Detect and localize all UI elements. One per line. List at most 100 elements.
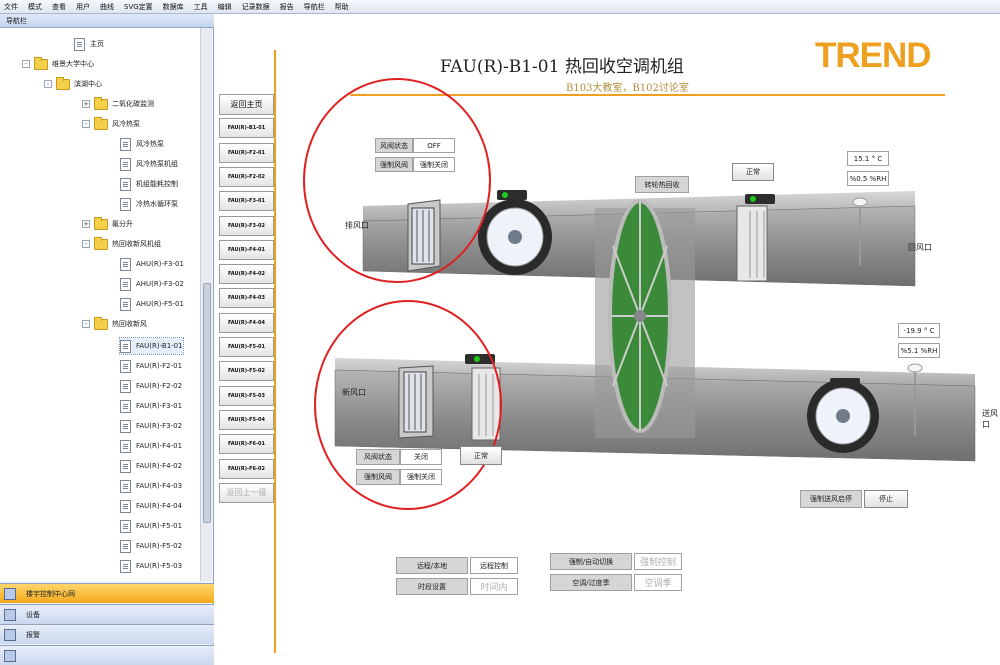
nav-tab[interactable]: 报警 [0, 624, 214, 644]
tree-item[interactable]: FAU(R)-F5-03 [120, 558, 182, 574]
tree-item-label: 冷热水循环泵 [136, 200, 178, 208]
tree-item[interactable]: - 热回收新风机组 [82, 236, 161, 252]
tree-item-label: 氟分升 [112, 220, 133, 228]
menu-item[interactable]: 用户 [76, 2, 90, 12]
menu-item[interactable]: 记录数据 [242, 2, 270, 12]
tree-item[interactable]: - 维景大学中心 [22, 56, 94, 72]
expand-icon[interactable]: + [82, 100, 90, 108]
menu-item[interactable]: 查看 [52, 2, 66, 12]
return-inlet-label: 回风口 [908, 243, 932, 252]
menu-item[interactable]: 模式 [28, 2, 42, 12]
exhaust-damper-force-button[interactable]: 强制关闭 [413, 157, 455, 172]
menu-item[interactable]: 帮助 [335, 2, 349, 12]
tree-item[interactable]: FAU(R)-F3-01 [120, 398, 182, 414]
heat-recovery-wheel[interactable] [595, 199, 695, 438]
collapse-icon[interactable]: - [82, 120, 90, 128]
tree-item[interactable]: FAU(R)-F4-01 [120, 438, 182, 454]
supply-temp-value: -19.9 ° C [898, 323, 940, 338]
tree-item-label: FAU(R)-F3-01 [136, 402, 183, 410]
menu-item[interactable]: 数据库 [163, 2, 184, 12]
season-value[interactable]: 空调季 [634, 574, 682, 591]
tree-item[interactable]: 主页 [74, 36, 104, 52]
folder-icon [94, 316, 108, 330]
tree-item[interactable]: - 热回收新风 [82, 316, 147, 332]
nav-scrollbar[interactable] [200, 28, 212, 581]
tree-item[interactable]: FAU(R)-F2-02 [120, 378, 182, 394]
tree-item[interactable]: FAU(R)-B1-01 [119, 337, 184, 355]
force-supply-fan-button[interactable]: 停止 [864, 490, 908, 508]
tree-item[interactable]: AHU(R)-F3-02 [120, 276, 184, 292]
nav-tab-icon [4, 587, 16, 600]
fresh-damper-force-label: 强制风阀 [356, 469, 400, 485]
page-icon [120, 339, 131, 353]
exhaust-damper-status-value: OFF [413, 138, 455, 153]
nav-tab[interactable]: 楼宇控制中心网 [0, 583, 214, 603]
collapse-icon[interactable]: - [82, 240, 90, 248]
remote-local-label: 远程/本地 [396, 557, 468, 574]
menu-item[interactable]: 报告 [280, 2, 294, 12]
tree-item-label: 风冷热泵 [136, 140, 164, 148]
tree-item[interactable]: + 氟分升 [82, 216, 133, 232]
tree-item[interactable]: 冷热水循环泵 [120, 196, 178, 212]
page-icon [120, 257, 131, 271]
folder-icon [34, 56, 48, 70]
tree-item-label: FAU(R)-F5-03 [136, 562, 183, 570]
tree-item-label: FAU(R)-F3-02 [136, 422, 183, 430]
tree-item-label: AHU(R)-F3-01 [136, 260, 184, 268]
exhaust-damper-status-label: 风阀状态 [375, 138, 413, 153]
tree-item[interactable]: - 风冷热泵 [82, 116, 140, 132]
nav-header: 导航栏 [0, 14, 214, 28]
nav-tree: 主页 - 维景大学中心 - 滨湖中心 + 二氧化碳监测 - 风冷热泵 风冷热泵 风冷热泵机组 机组能耗… [0, 28, 200, 581]
menu-item[interactable]: 导航栏 [304, 2, 325, 12]
remote-local-value[interactable]: 远程控制 [470, 557, 518, 574]
page-icon [120, 499, 131, 513]
nav-tab[interactable] [0, 645, 214, 665]
menu-item[interactable]: 文件 [4, 2, 18, 12]
menu-item[interactable]: 工具 [194, 2, 208, 12]
menu-item[interactable]: SVG定置 [124, 2, 153, 12]
nav-tab-label: 楼宇控制中心网 [26, 589, 75, 598]
tree-item[interactable]: - 滨湖中心 [44, 76, 102, 92]
tree-item[interactable]: AHU(R)-F3-01 [120, 256, 184, 272]
tree-item[interactable]: FAU(R)-F4-04 [120, 498, 182, 514]
menu-item[interactable]: 曲线 [100, 2, 114, 12]
tree-item[interactable]: FAU(R)-F3-02 [120, 418, 182, 434]
collapse-icon[interactable]: - [44, 80, 52, 88]
heat-wheel-button[interactable]: 转轮热回收 [635, 176, 689, 193]
tree-item[interactable]: AHU(R)-F5-01 [120, 296, 184, 312]
page-icon [120, 559, 131, 573]
tree-item[interactable]: FAU(R)-F5-01 [120, 518, 182, 534]
menu-bar: 文件 模式 查看 用户 曲线 SVG定置 数据库 工具 编辑 记录数据 报告 导航栏 帮助 [0, 0, 1000, 14]
fresh-damper-status-label: 风阀状态 [356, 449, 400, 465]
heat-mode-value[interactable]: 强制控制 [634, 553, 682, 570]
tree-item[interactable]: FAU(R)-F4-02 [120, 458, 182, 474]
tree-item[interactable]: 风冷热泵机组 [120, 156, 178, 172]
supply-humidity-value: %5.1 %RH [898, 343, 940, 358]
tree-item[interactable]: 风冷热泵 [120, 136, 164, 152]
tree-item[interactable]: FAU(R)-F2-01 [120, 358, 182, 374]
tree-item-label: 滨湖中心 [74, 80, 102, 88]
page-icon [120, 439, 131, 453]
tree-item[interactable]: 机组能耗控制 [120, 176, 178, 192]
nav-tab[interactable]: 设备 [0, 604, 214, 624]
page-title: FAU(R)-B1-01 热回收空调机组 [440, 57, 684, 77]
page-icon [120, 297, 131, 311]
tree-item[interactable]: FAU(R)-F4-03 [120, 478, 182, 494]
folder-icon [94, 216, 108, 230]
page-icon [120, 379, 131, 393]
return-temp-value: 15.1 ° C [847, 151, 889, 166]
collapse-icon[interactable]: - [82, 320, 90, 328]
folder-icon [56, 76, 70, 90]
menu-item[interactable]: 编辑 [218, 2, 232, 12]
tree-item[interactable]: FAU(R)-F5-02 [120, 538, 182, 554]
scroll-thumb[interactable] [203, 283, 211, 523]
supply-outlet-label: 送风口 [982, 409, 998, 429]
nav-tab-icon [4, 608, 16, 621]
fresh-damper-status-value: 关闭 [400, 449, 442, 465]
schedule-value[interactable]: 时间内 [470, 578, 518, 595]
expand-icon[interactable]: + [82, 220, 90, 228]
tree-item[interactable]: + 二氧化碳监测 [82, 96, 154, 112]
collapse-icon[interactable]: - [22, 60, 30, 68]
fresh-damper-force-button[interactable]: 强制关闭 [400, 469, 442, 485]
tree-item-label: FAU(R)-F4-02 [136, 462, 183, 470]
